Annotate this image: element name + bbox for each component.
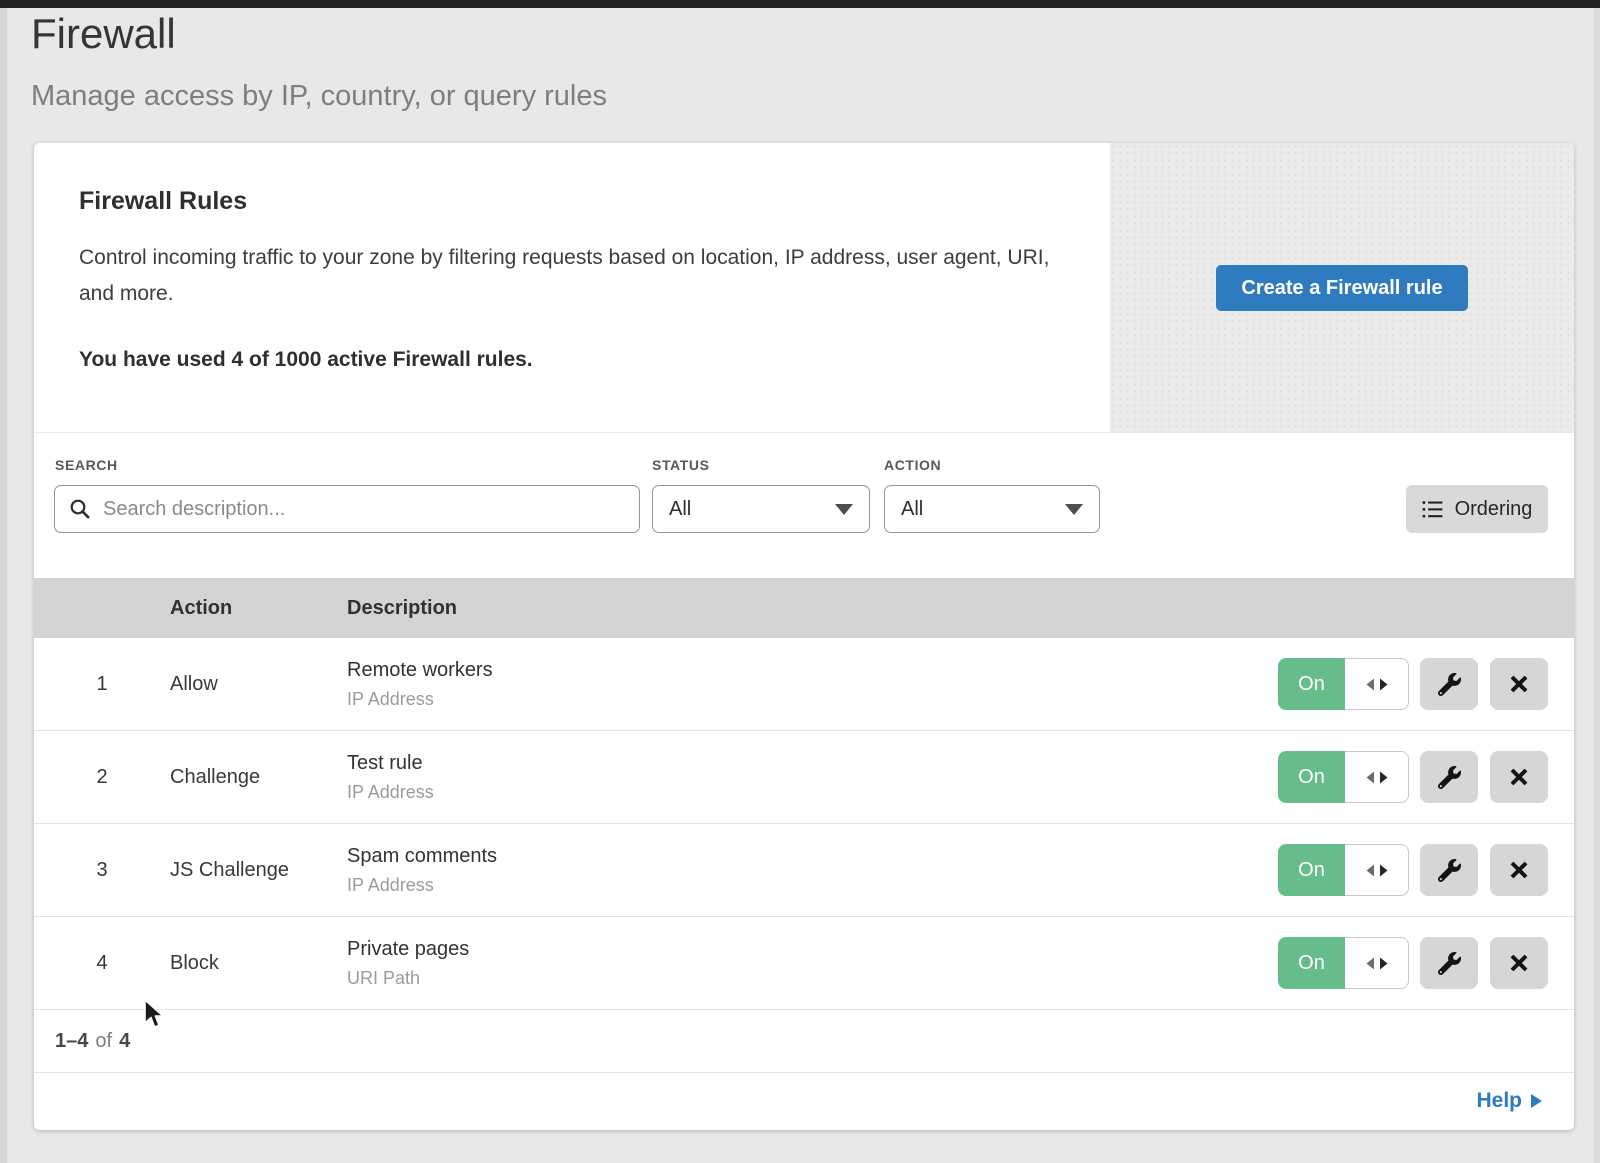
rule-controls: On (1278, 658, 1548, 710)
table-header: Action Description (34, 578, 1574, 638)
rule-priority: 1 (34, 673, 170, 696)
caret-right-icon (1531, 1094, 1542, 1108)
toggle-arrows-icon (1345, 658, 1409, 710)
search-input[interactable] (101, 497, 625, 522)
rule-action: Allow (170, 673, 347, 696)
wrench-icon (1438, 859, 1461, 882)
pagination: 1–4 of 4 (34, 1010, 1574, 1073)
search-label: SEARCH (55, 457, 118, 473)
card-heading: Firewall Rules (79, 187, 1059, 216)
toggle-on-label: On (1278, 844, 1345, 896)
rule-enabled-toggle[interactable]: On (1278, 658, 1409, 710)
table-row: 1 Allow Remote workers IP Address On (34, 638, 1574, 731)
rule-action: Challenge (170, 766, 347, 789)
close-icon (1508, 952, 1530, 974)
rules-table-body: 1 Allow Remote workers IP Address On (34, 638, 1574, 1010)
pagination-total: 4 (119, 1030, 130, 1053)
rule-controls: On (1278, 844, 1548, 896)
toggle-on-label: On (1278, 751, 1345, 803)
page-title: Firewall (31, 10, 176, 58)
status-label: STATUS (652, 457, 710, 473)
close-icon (1508, 766, 1530, 788)
toggle-arrows-icon (1345, 937, 1409, 989)
rule-priority: 4 (34, 952, 170, 975)
create-rule-panel: Create a Firewall rule (1110, 143, 1574, 433)
search-icon (69, 498, 91, 520)
delete-rule-button[interactable] (1490, 937, 1548, 989)
firewall-card: Firewall Rules Control incoming traffic … (34, 143, 1574, 1130)
usage-note: You have used 4 of 1000 active Firewall … (79, 348, 1059, 372)
table-row: 2 Challenge Test rule IP Address On (34, 731, 1574, 824)
close-icon (1508, 859, 1530, 881)
ordering-button[interactable]: Ordering (1406, 485, 1548, 533)
pagination-of-label: of (95, 1030, 112, 1053)
rule-priority: 2 (34, 766, 170, 789)
rule-enabled-toggle[interactable]: On (1278, 751, 1409, 803)
table-row: 4 Block Private pages URI Path On (34, 917, 1574, 1010)
action-column-header: Action (170, 597, 347, 620)
card-footer: Help (34, 1073, 1574, 1129)
intro-section: Firewall Rules Control incoming traffic … (34, 143, 1574, 433)
delete-rule-button[interactable] (1490, 751, 1548, 803)
rule-action: Block (170, 952, 347, 975)
wrench-icon (1438, 952, 1461, 975)
pagination-range: 1–4 (55, 1030, 88, 1053)
card-description: Control incoming traffic to your zone by… (79, 240, 1059, 312)
close-icon (1508, 673, 1530, 695)
toggle-on-label: On (1278, 937, 1345, 989)
intro-text-block: Firewall Rules Control incoming traffic … (79, 187, 1059, 372)
filter-bar: SEARCH STATUS All ACTION All (34, 433, 1574, 578)
toggle-on-label: On (1278, 658, 1345, 710)
wrench-icon (1438, 766, 1461, 789)
rule-controls: On (1278, 751, 1548, 803)
rule-action: JS Challenge (170, 859, 347, 882)
window-right-edge (1594, 8, 1600, 1163)
ordering-button-label: Ordering (1455, 498, 1533, 521)
rule-priority: 3 (34, 859, 170, 882)
delete-rule-button[interactable] (1490, 658, 1548, 710)
action-dropdown-value: All (901, 498, 923, 521)
edit-rule-button[interactable] (1420, 844, 1478, 896)
action-label: ACTION (884, 457, 941, 473)
page-subtitle: Manage access by IP, country, or query r… (31, 80, 607, 113)
edit-rule-button[interactable] (1420, 751, 1478, 803)
search-box[interactable] (54, 485, 640, 533)
window-left-edge (0, 8, 7, 1163)
list-icon (1422, 499, 1443, 520)
chevron-down-icon (835, 504, 853, 515)
wrench-icon (1438, 673, 1461, 696)
rule-enabled-toggle[interactable]: On (1278, 937, 1409, 989)
chevron-down-icon (1065, 504, 1083, 515)
status-dropdown-value: All (669, 498, 691, 521)
edit-rule-button[interactable] (1420, 658, 1478, 710)
toggle-arrows-icon (1345, 751, 1409, 803)
delete-rule-button[interactable] (1490, 844, 1548, 896)
edit-rule-button[interactable] (1420, 937, 1478, 989)
rule-controls: On (1278, 937, 1548, 989)
rule-enabled-toggle[interactable]: On (1278, 844, 1409, 896)
status-dropdown[interactable]: All (652, 485, 870, 533)
create-firewall-rule-button[interactable]: Create a Firewall rule (1216, 265, 1468, 311)
toggle-arrows-icon (1345, 844, 1409, 896)
window-top-edge (0, 0, 1600, 8)
help-link[interactable]: Help (1476, 1089, 1542, 1113)
table-row: 3 JS Challenge Spam comments IP Address … (34, 824, 1574, 917)
description-column-header: Description (347, 597, 1574, 620)
action-dropdown[interactable]: All (884, 485, 1100, 533)
help-link-label: Help (1476, 1089, 1522, 1113)
